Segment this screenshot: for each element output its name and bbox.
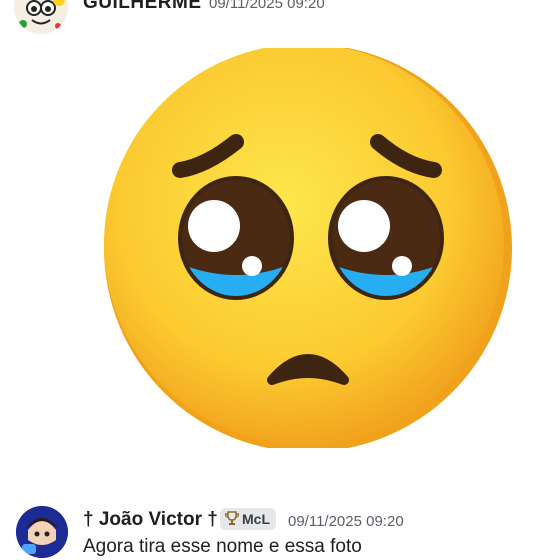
message-content: Agora tira esse nome e essa foto [83, 536, 362, 557]
timestamp: 09/11/2025 09:20 [288, 513, 404, 530]
guild-tag[interactable]: McL [220, 508, 276, 530]
trophy-icon [224, 510, 240, 529]
message-guilherme: GUILHERME 09/11/2025 09:20 [0, 0, 560, 40]
tag-label: McL [242, 511, 270, 527]
pleading-face-emoji[interactable] [96, 44, 516, 452]
avatar-guilherme[interactable] [14, 0, 68, 34]
message-joao-victor: † João Victor † McL 09/11/2025 09:20 Ago… [0, 500, 560, 560]
avatar-joao-victor[interactable] [16, 506, 68, 558]
author-name[interactable]: GUILHERME [83, 0, 202, 14]
timestamp: 09/11/2025 09:20 [209, 0, 325, 12]
author-name[interactable]: † João Victor † [83, 509, 218, 531]
